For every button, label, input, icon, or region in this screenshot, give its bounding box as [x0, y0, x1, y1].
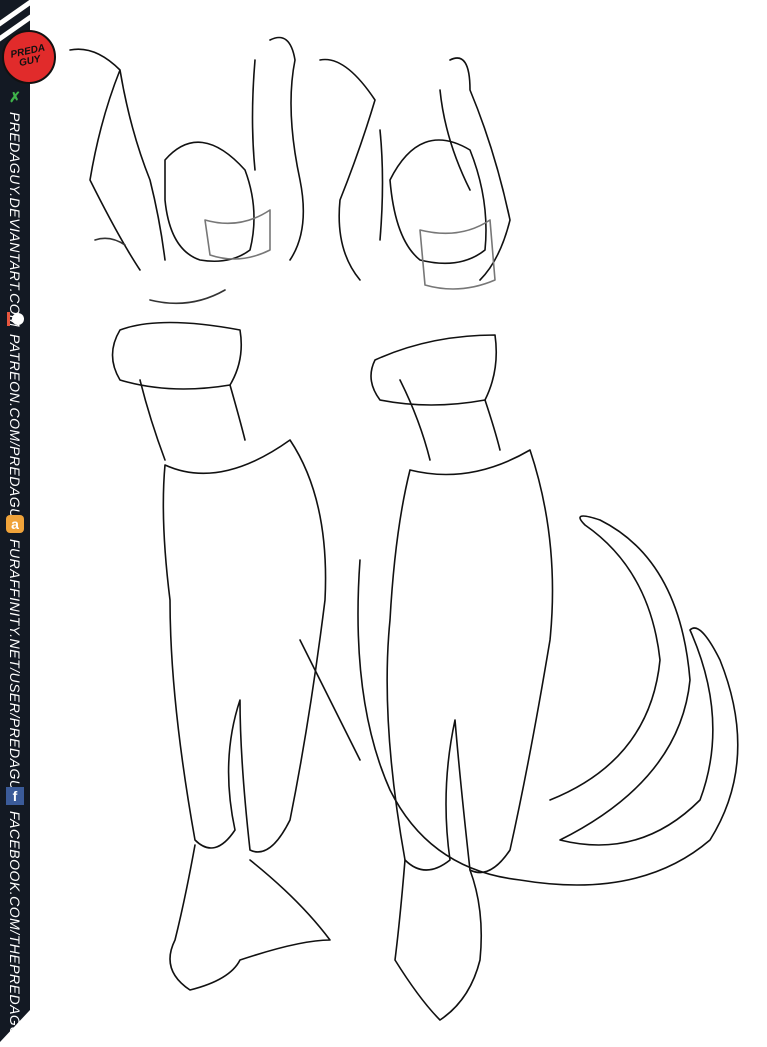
furaffinity-link: a FURAFFINITY.NET/USER/PREDAGUY: [3, 515, 27, 800]
deviantart-icon: ✗: [9, 88, 21, 105]
patreon-link: PATREON.COM/PREDAGUY: [3, 310, 27, 529]
left-dancer: [69, 36, 361, 991]
deviantart-url: PREDAGUY.DEVIANTART.COM: [7, 112, 23, 328]
facebook-link: f FACEBOOK.COM/THEPREDAGUY: [3, 787, 27, 1047]
furaffinity-icon: a: [6, 515, 24, 533]
patreon-icon: [6, 310, 24, 328]
logo-text: PREDA GUY: [9, 42, 47, 70]
deviantart-link: ✗ PREDAGUY.DEVIANTART.COM: [3, 88, 27, 328]
line-art-illustration: [69, 36, 739, 1021]
furaffinity-url: FURAFFINITY.NET/USER/PREDAGUY: [7, 539, 23, 801]
facebook-icon: f: [6, 787, 24, 805]
facebook-url: FACEBOOK.COM/THEPREDAGUY: [7, 811, 23, 1047]
right-dancer: [319, 57, 739, 1021]
patreon-url: PATREON.COM/PREDAGUY: [7, 334, 23, 529]
predaguy-logo: PREDA GUY: [2, 30, 56, 84]
